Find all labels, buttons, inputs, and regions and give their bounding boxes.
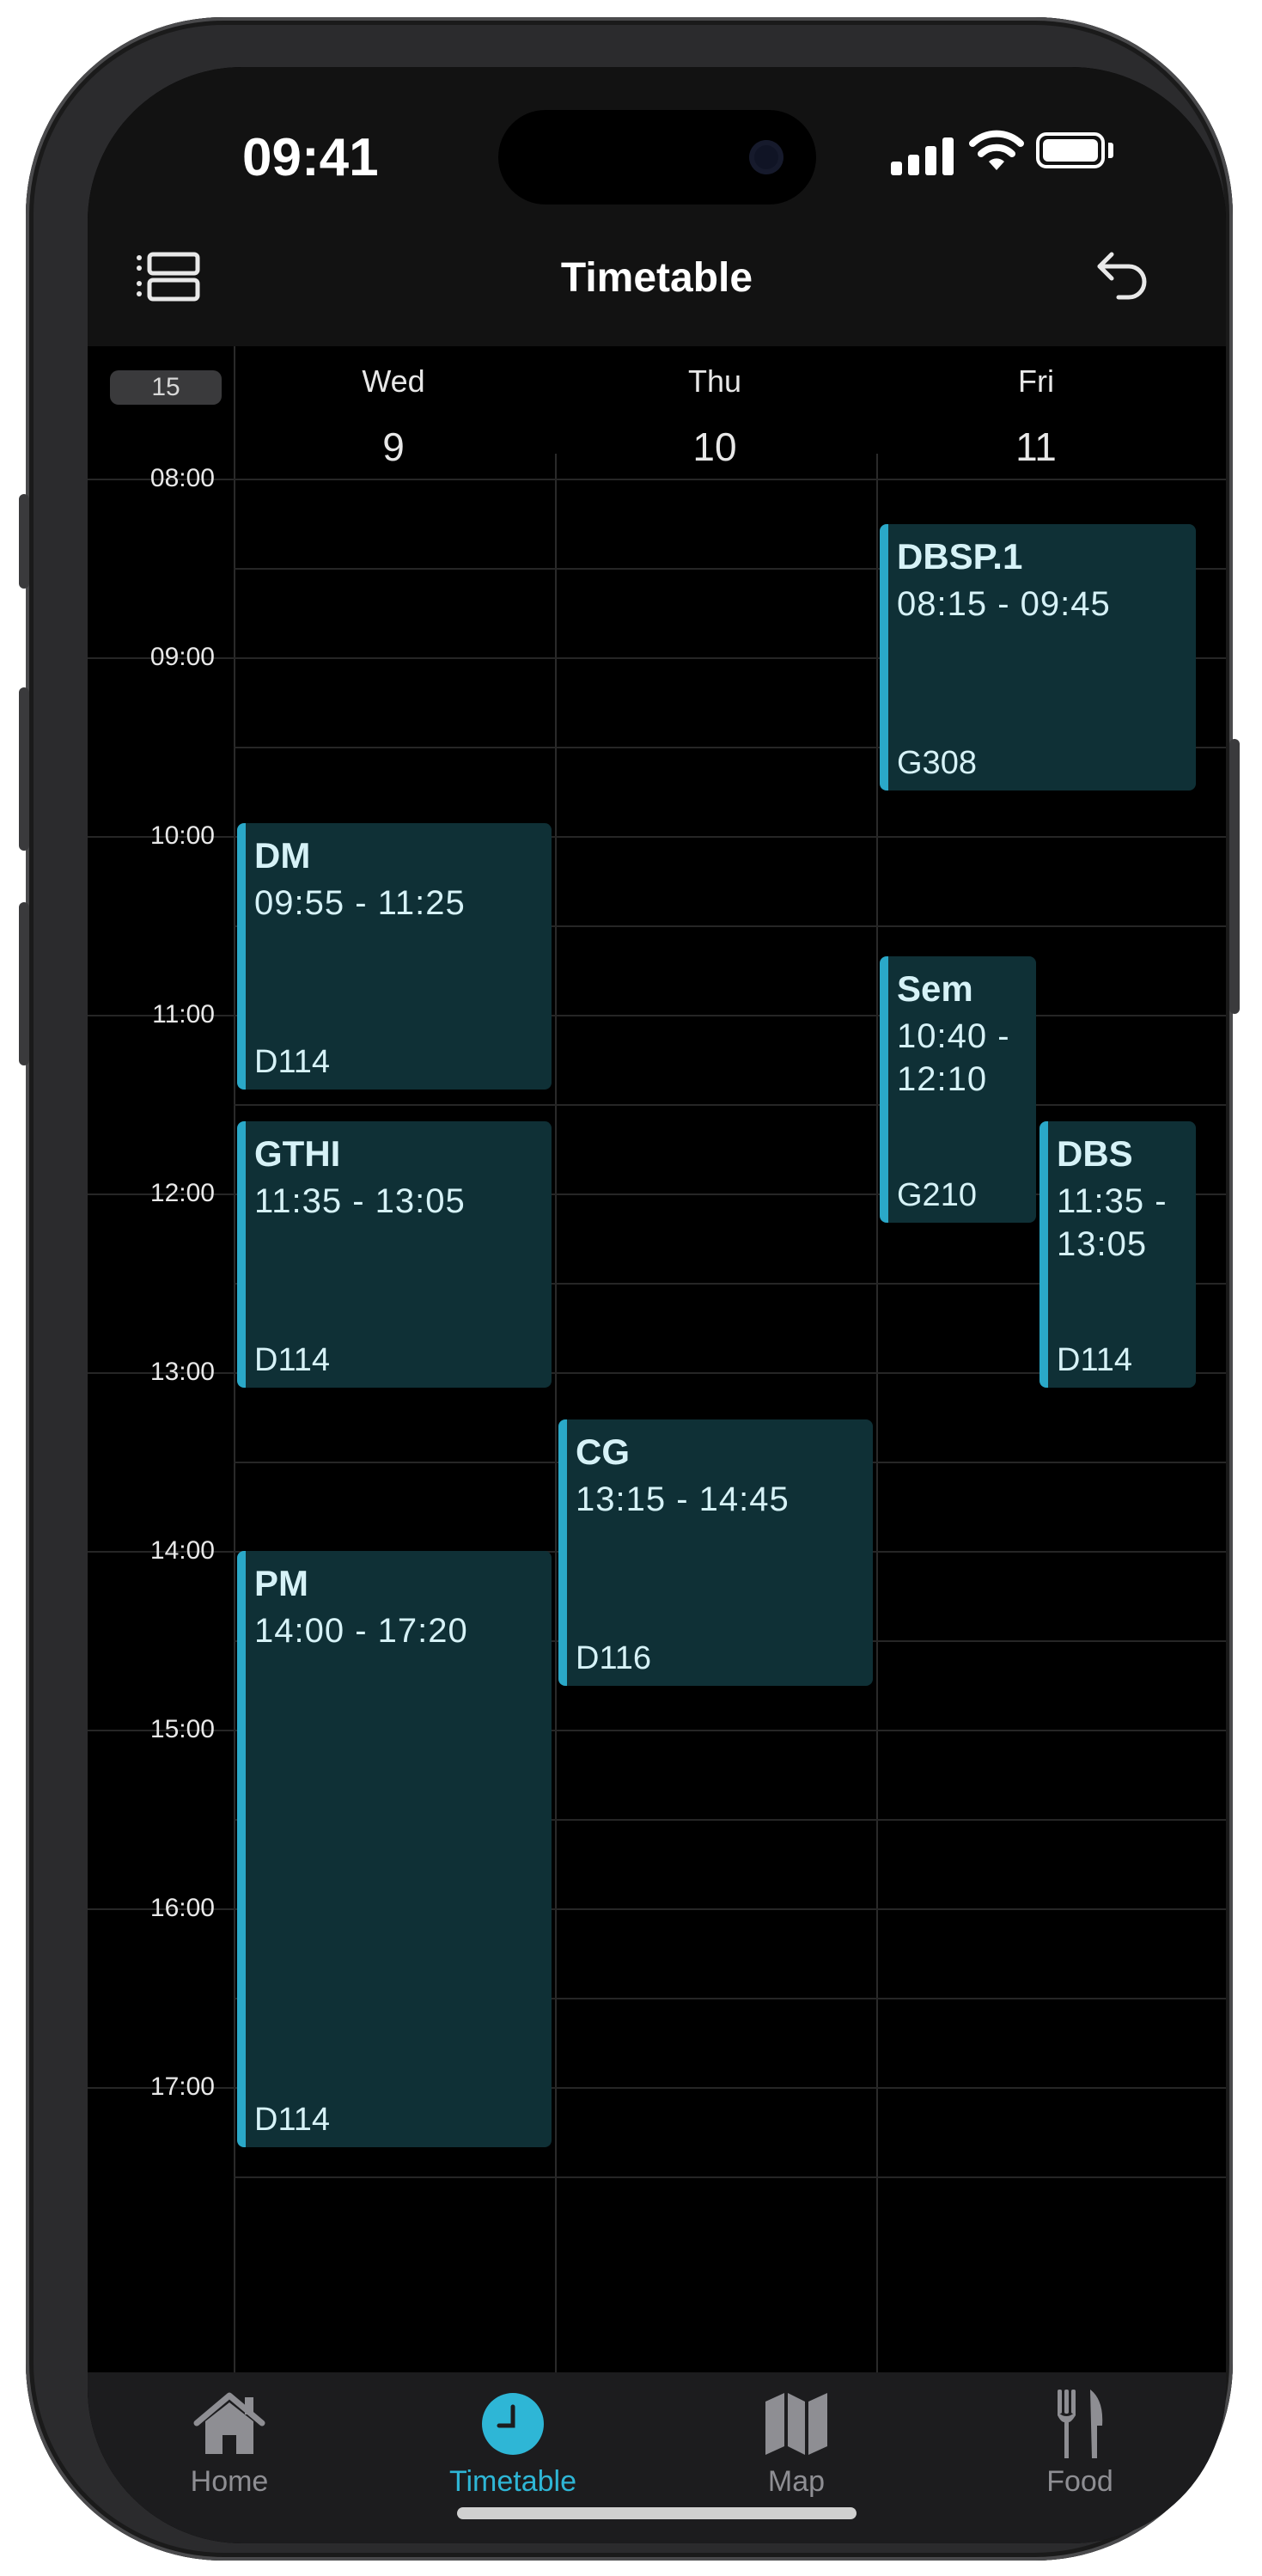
event-name: DBS bbox=[1057, 1133, 1133, 1174]
event-room: D114 bbox=[254, 2102, 331, 2138]
time-label: 17:00 bbox=[149, 2072, 215, 2101]
house-icon bbox=[193, 2392, 265, 2454]
action-button bbox=[19, 494, 29, 589]
screen: 09:41 Timetable 15 Wed 9 Thu 10 Fri 11 0… bbox=[88, 67, 1226, 2543]
column-divider bbox=[876, 454, 878, 2372]
column-divider bbox=[555, 454, 557, 2372]
event-name: DM bbox=[254, 835, 311, 876]
home-indicator[interactable] bbox=[457, 2507, 857, 2519]
event-cg[interactable]: CG 13:15 - 14:45 D116 bbox=[558, 1419, 873, 1686]
half-hour-line bbox=[234, 1104, 1226, 1106]
event-room: D116 bbox=[576, 1640, 652, 1676]
time-label: 11:00 bbox=[152, 1000, 215, 1029]
tab-bar: Home Timetable Map Food bbox=[88, 2372, 1226, 2543]
event-name: Sem bbox=[897, 968, 973, 1009]
event-time: 10:40 - 12:10 bbox=[897, 1017, 1010, 1098]
tab-home[interactable]: Home bbox=[88, 2390, 371, 2499]
event-name: GTHI bbox=[254, 1133, 341, 1174]
battery-icon bbox=[1036, 132, 1105, 168]
timetable-grid[interactable]: 15 Wed 9 Thu 10 Fri 11 08:00 09:00 10:00… bbox=[88, 346, 1226, 2372]
event-room: D114 bbox=[1057, 1342, 1133, 1378]
status-bar: 09:41 bbox=[88, 67, 1226, 213]
event-time: 11:35 - 13:05 bbox=[254, 1182, 466, 1220]
day-header-wed: Wed 9 bbox=[234, 363, 553, 470]
event-room: D114 bbox=[254, 1342, 331, 1378]
tab-label: Timetable bbox=[448, 2465, 577, 2498]
event-time: 11:35 - 13:05 bbox=[1057, 1182, 1168, 1263]
event-room: G210 bbox=[897, 1177, 977, 1213]
status-time: 09:41 bbox=[242, 128, 379, 187]
event-pm[interactable]: PM 14:00 - 17:20 D114 bbox=[237, 1551, 552, 2147]
volume-down-button bbox=[19, 902, 29, 1065]
event-name: DBSP.1 bbox=[897, 536, 1023, 577]
half-hour-line bbox=[234, 2176, 1226, 2178]
clock-icon bbox=[482, 2393, 544, 2455]
day-name: Fri bbox=[1018, 363, 1054, 399]
tab-label: Home bbox=[190, 2465, 269, 2498]
time-label: 09:00 bbox=[149, 643, 215, 671]
day-date: 11 bbox=[1015, 424, 1057, 469]
event-room: D114 bbox=[254, 1044, 331, 1080]
event-dm[interactable]: DM 09:55 - 11:25 D114 bbox=[237, 823, 552, 1090]
day-header-thu: Thu 10 bbox=[555, 363, 875, 470]
day-date: 9 bbox=[382, 424, 405, 469]
tab-timetable[interactable]: Timetable bbox=[371, 2390, 655, 2499]
time-label: 15:00 bbox=[149, 1715, 215, 1743]
undo-icon[interactable] bbox=[1093, 246, 1153, 306]
front-camera bbox=[749, 140, 783, 174]
event-time: 14:00 - 17:20 bbox=[254, 1612, 468, 1650]
time-label: 13:00 bbox=[149, 1358, 215, 1386]
battery-tip bbox=[1108, 143, 1113, 158]
nav-header: Timetable bbox=[88, 213, 1226, 346]
time-label: 14:00 bbox=[149, 1536, 215, 1565]
map-icon bbox=[765, 2393, 827, 2455]
tab-food[interactable]: Food bbox=[938, 2390, 1222, 2499]
wifi-icon bbox=[969, 130, 1024, 170]
day-date: 10 bbox=[692, 424, 737, 469]
tab-label: Map bbox=[767, 2465, 826, 2498]
day-header-fri: Fri 11 bbox=[876, 363, 1196, 470]
event-dbs[interactable]: DBS 11:35 - 13:05 D114 bbox=[1039, 1121, 1196, 1388]
time-label: 12:00 bbox=[149, 1179, 215, 1207]
day-name: Wed bbox=[362, 363, 425, 399]
time-label: 16:00 bbox=[149, 1894, 215, 1922]
event-name: PM bbox=[254, 1563, 308, 1603]
event-room: G308 bbox=[897, 745, 977, 781]
power-button bbox=[1229, 739, 1240, 1014]
event-gthi[interactable]: GTHI 11:35 - 13:05 D114 bbox=[237, 1121, 552, 1388]
event-sem[interactable]: Sem 10:40 - 12:10 G210 bbox=[880, 956, 1036, 1223]
phone-frame: 09:41 Timetable 15 Wed 9 Thu 10 Fri 11 0… bbox=[19, 17, 1240, 2561]
event-dbsp1[interactable]: DBSP.1 08:15 - 09:45 G308 bbox=[880, 524, 1196, 791]
column-divider bbox=[234, 346, 235, 2372]
fork-knife-icon bbox=[1058, 2390, 1103, 2458]
event-name: CG bbox=[576, 1431, 630, 1472]
day-name: Thu bbox=[687, 363, 742, 399]
event-time: 09:55 - 11:25 bbox=[254, 884, 466, 922]
event-time: 08:15 - 09:45 bbox=[897, 585, 1111, 623]
cellular-signal-icon bbox=[891, 136, 954, 175]
week-number-badge: 15 bbox=[110, 370, 222, 405]
page-title: Timetable bbox=[560, 255, 753, 301]
time-label: 08:00 bbox=[149, 464, 215, 492]
dynamic-island bbox=[498, 110, 816, 204]
time-label: 10:00 bbox=[149, 821, 215, 850]
tab-map[interactable]: Map bbox=[655, 2390, 938, 2499]
tab-label: Food bbox=[1046, 2465, 1113, 2498]
hour-line bbox=[88, 479, 1226, 480]
event-time: 13:15 - 14:45 bbox=[576, 1480, 790, 1518]
volume-up-button bbox=[19, 687, 29, 851]
